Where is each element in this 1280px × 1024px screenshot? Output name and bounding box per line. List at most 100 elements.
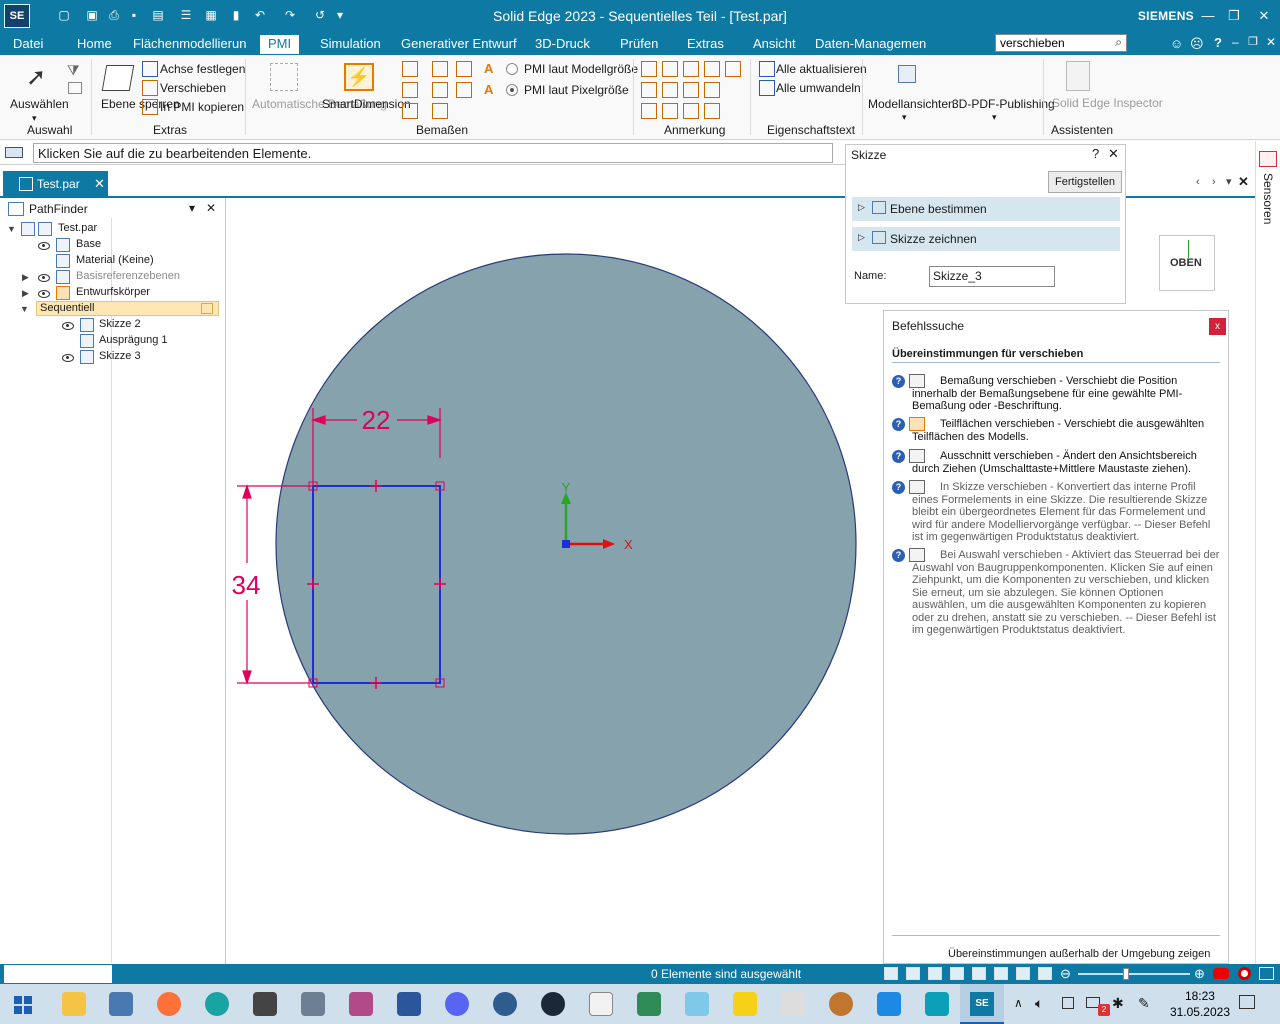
app-icon[interactable] [685, 992, 709, 1016]
app-icon[interactable] [253, 992, 277, 1016]
tree-item-material[interactable]: Material (Keine) [76, 254, 154, 266]
tab-generativer-entwurf[interactable]: Generativer Entwurf [401, 36, 517, 51]
alle-umwandeln-button[interactable]: Alle umwandeln [776, 81, 861, 95]
modellansichten-dropdown-icon[interactable]: ▾ [902, 112, 907, 123]
text-box-icon[interactable] [725, 61, 741, 77]
expand-icon[interactable]: ▶ [22, 288, 29, 299]
dimension-width-label[interactable]: 22 [362, 405, 391, 435]
sensoren-tab[interactable]: Sensoren [1261, 173, 1275, 224]
windows-start-icon[interactable] [14, 996, 32, 1014]
annotation-tool-icon[interactable] [641, 61, 657, 77]
dimension-height-label[interactable]: 34 [232, 570, 261, 600]
app-icon[interactable] [637, 992, 661, 1016]
sequential-options-icon[interactable] [201, 303, 213, 314]
alle-aktualisieren-icon[interactable] [759, 61, 775, 77]
status-input-box[interactable] [4, 965, 112, 983]
document-tab[interactable]: Test.par ✕ [3, 171, 108, 197]
chevron-up-icon[interactable]: ∧ [1014, 996, 1023, 1010]
tree-item-skizze-3[interactable]: Skizze 3 [99, 350, 141, 362]
modellansichten-button[interactable]: Modellansichten [868, 97, 955, 111]
rotate-view-icon[interactable] [972, 967, 986, 980]
dimension-tool-icon[interactable] [456, 82, 472, 98]
expand-icon[interactable]: ▼ [20, 304, 29, 314]
app-icon[interactable] [877, 992, 901, 1016]
tree-item-test-par[interactable]: Test.par [58, 222, 97, 234]
prompt-bar-icon[interactable] [5, 147, 23, 158]
pmi-modellgroesse-label[interactable]: PMI laut Modellgröße [524, 62, 638, 76]
view-cube[interactable]: OBEN [1159, 235, 1215, 291]
solid-edge-icon[interactable]: SE [970, 992, 994, 1016]
text-size-icon[interactable]: A [484, 82, 493, 97]
dimension-tool-icon[interactable] [456, 61, 472, 77]
gauge-icon[interactable] [1259, 151, 1277, 167]
app-icon[interactable] [349, 992, 373, 1016]
dimension-tool-icon[interactable] [402, 61, 418, 77]
taskbar-active-app[interactable]: SE [960, 984, 1004, 1024]
expand-icon[interactable]: ▷ [858, 202, 865, 213]
annotation-tool-icon[interactable] [662, 82, 678, 98]
expand-icon[interactable]: ▼ [7, 224, 16, 234]
app-icon[interactable] [493, 992, 517, 1016]
annotation-tool-icon[interactable] [704, 103, 720, 119]
tree-item-auspraegung-1[interactable]: Ausprägung 1 [99, 334, 168, 346]
annotation-tool-icon[interactable] [704, 61, 720, 77]
chevron-left-icon[interactable]: ‹ [1196, 176, 1200, 188]
app-icon[interactable] [781, 992, 805, 1016]
tab-simulation[interactable]: Simulation [320, 36, 381, 51]
eye-icon[interactable] [62, 322, 74, 330]
pathfinder-menu-icon[interactable]: ▾ [189, 201, 195, 215]
annotation-tool-icon[interactable] [704, 82, 720, 98]
steam-icon[interactable] [541, 992, 565, 1016]
calculator-icon[interactable] [301, 992, 325, 1016]
shading-icon[interactable] [1038, 967, 1052, 980]
zoom-out-icon[interactable]: ⊖ [1060, 966, 1071, 982]
select-arrow-icon[interactable]: ➚ [26, 63, 46, 92]
doc-close-icon[interactable]: ✕ [1266, 35, 1276, 49]
fertigstellen-button[interactable]: Fertigstellen [1048, 171, 1122, 193]
monitor-icon[interactable] [1062, 997, 1074, 1009]
filter-icon[interactable]: ⧩ [67, 62, 80, 79]
step-skizze-zeichnen[interactable]: ▷ Skizze zeichnen [852, 227, 1120, 251]
dimension-tool-icon[interactable] [432, 61, 448, 77]
frown-feedback-icon[interactable]: ☹ [1190, 36, 1204, 52]
pmi-pixelgroesse-label[interactable]: PMI laut Pixelgröße [524, 83, 629, 97]
bluetooth-icon[interactable]: ✱ [1112, 995, 1124, 1012]
tree-item-sequentiell[interactable]: Sequentiell [40, 302, 94, 314]
firefox-icon[interactable] [157, 992, 181, 1016]
doc-minimize-icon[interactable]: – [1232, 35, 1239, 49]
achse-festlegen-button[interactable]: Achse festlegen [160, 62, 245, 76]
zoom-slider-track[interactable] [1078, 973, 1190, 975]
ebene-sperren-icon[interactable] [101, 65, 135, 91]
tab-extras[interactable]: Extras [687, 36, 724, 51]
command-search-input[interactable]: verschieben ⌕ [995, 34, 1127, 52]
smartdimension-button[interactable]: SmartDimension [322, 97, 411, 111]
cmd-result-ausschnitt-verschieben[interactable]: ? Ausschnitt verschieben - Ändert den An… [892, 449, 1220, 475]
view-style-icon[interactable] [1016, 967, 1030, 980]
cmd-result-bemassung-verschieben[interactable]: ? Bemaßung verschieben - Verschiebt die … [892, 374, 1220, 413]
app-icon[interactable] [829, 992, 853, 1016]
cmd-result-in-skizze-verschieben[interactable]: ? In Skizze verschieben - Konvertiert da… [892, 480, 1220, 544]
chevron-down-icon[interactable]: ▾ [1226, 175, 1232, 188]
close-icon[interactable]: ✕ [1108, 146, 1119, 162]
zoom-in-icon[interactable]: ⊕ [1194, 966, 1205, 982]
dimension-tool-icon[interactable] [402, 82, 418, 98]
fit-view-icon[interactable] [884, 967, 898, 980]
tab-datei[interactable]: Datei [13, 36, 43, 51]
annotation-tool-icon[interactable] [641, 103, 657, 119]
tab-flaechenmodellierung[interactable]: Flächenmodellierun [133, 36, 246, 51]
edge-icon[interactable] [205, 992, 229, 1016]
annotation-tool-icon[interactable] [641, 82, 657, 98]
pmi-pixelgroesse-radio[interactable] [506, 84, 518, 96]
search-icon[interactable]: ⌕ [1115, 35, 1122, 50]
show-outside-environment-link[interactable]: Übereinstimmungen außerhalb der Umgebung… [948, 948, 1210, 960]
smile-feedback-icon[interactable]: ☺ [1170, 36, 1183, 51]
discord-icon[interactable] [445, 992, 469, 1016]
annotation-tool-icon[interactable] [683, 103, 699, 119]
tab-home[interactable]: Home [77, 36, 112, 51]
help-icon[interactable]: ? [892, 375, 905, 388]
zoom-area-icon[interactable] [928, 967, 942, 980]
help-icon[interactable]: ? [1092, 146, 1099, 161]
minimize-icon[interactable]: — [1198, 6, 1218, 26]
achse-festlegen-icon[interactable] [142, 61, 158, 77]
notepad-icon[interactable] [589, 992, 613, 1016]
